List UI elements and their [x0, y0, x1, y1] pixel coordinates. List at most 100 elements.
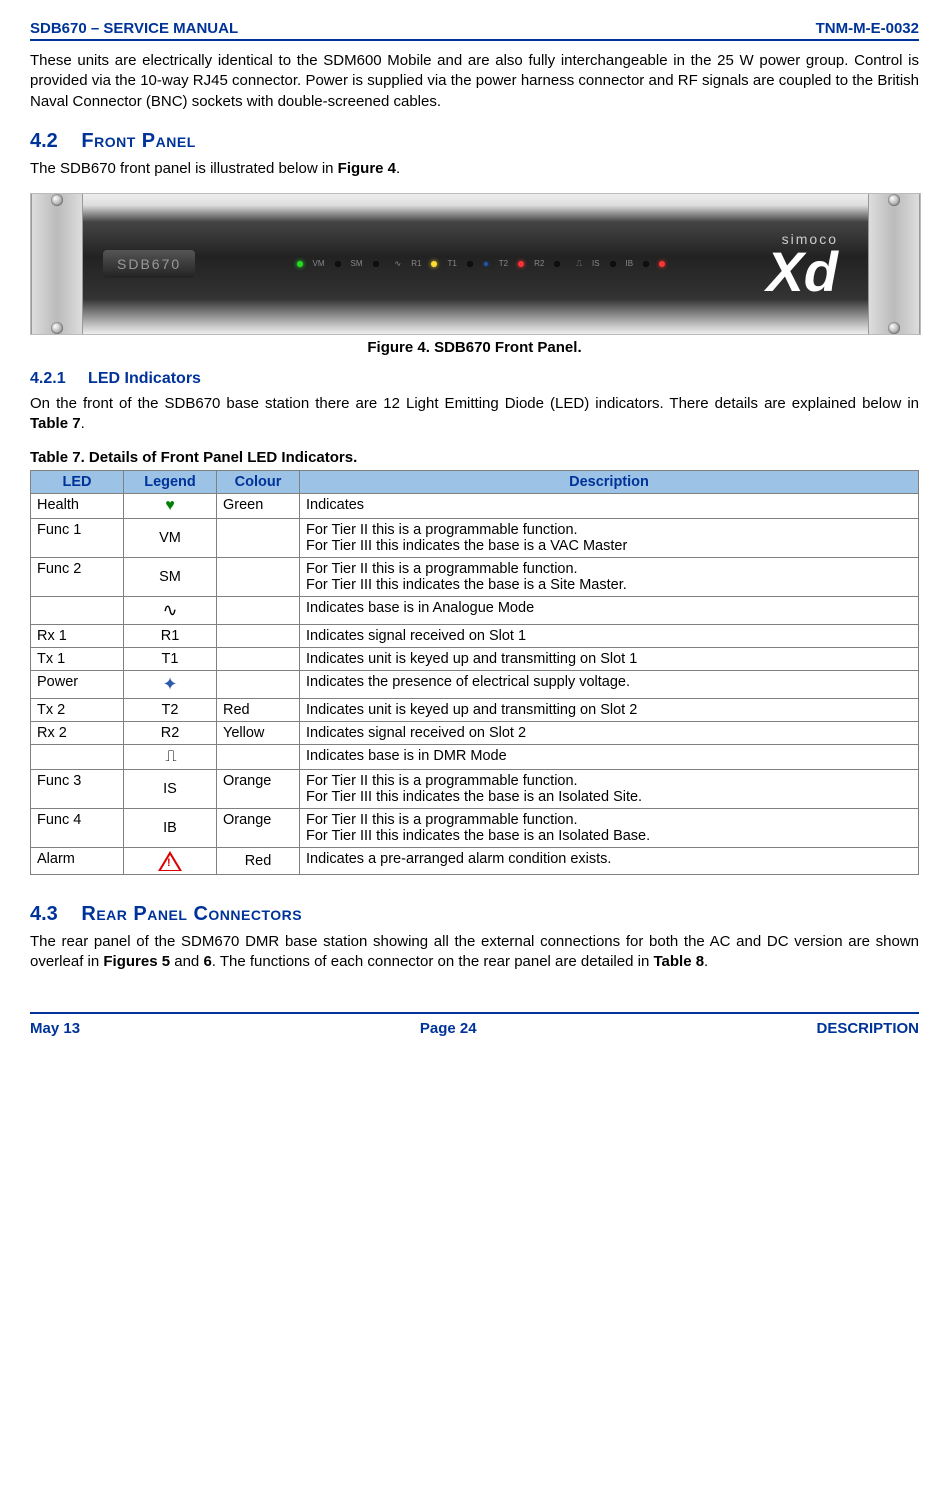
cell-legend: ✦ [124, 670, 217, 698]
power-led-icon [483, 261, 489, 267]
panel-led-strip: VM SM ∿ R1 T1 T2 R2 ⎍ IS IB [297, 259, 666, 269]
table-row: Power ✦ Indicates the presence of electric… [31, 670, 919, 698]
cell-description: Indicates unit is keyed up and transmitt… [300, 647, 919, 670]
section-number: 4.3 [30, 903, 58, 925]
brand-logo: simoco Xd [766, 231, 848, 297]
intro-paragraph: These units are electrically identical t… [30, 51, 919, 112]
header-right: TNM-M-E-0032 [816, 20, 919, 37]
screw-icon [51, 194, 63, 206]
table-header-row: LED Legend Colour Description [31, 470, 919, 493]
cell-led: Func 4 [31, 808, 124, 847]
cell-legend: T2 [124, 698, 217, 721]
cell-description: Indicates signal received on Slot 2 [300, 721, 919, 744]
table-row: Alarm!RedIndicates a pre-arranged alarm … [31, 847, 919, 874]
cell-led: Rx 2 [31, 721, 124, 744]
cell-led: Power [31, 670, 124, 698]
cell-legend: IS [124, 769, 217, 808]
section-4-2-heading: 4.2 Front Panel [30, 130, 919, 153]
cell-description: Indicates base is in Analogue Mode [300, 596, 919, 624]
table-row: Health♥GreenIndicates [31, 493, 919, 518]
screw-icon [888, 194, 900, 206]
cell-colour: Orange [217, 808, 300, 847]
footer-left: May 13 [30, 1020, 80, 1037]
cell-led: Health [31, 493, 124, 518]
th-description: Description [300, 470, 919, 493]
section-4-2-1-text: On the front of the SDB670 base station … [30, 394, 919, 435]
th-colour: Colour [217, 470, 300, 493]
cell-description: Indicates unit is keyed up and transmitt… [300, 698, 919, 721]
subsection-title: LED Indicators [88, 370, 201, 387]
page-footer: May 13 Page 24 DESCRIPTION [30, 1012, 919, 1037]
table-row: ∿ Indicates base is in Analogue Mode [31, 596, 919, 624]
cell-description: Indicates [300, 493, 919, 518]
health-led-icon [297, 261, 303, 267]
page-header: SDB670 – SERVICE MANUAL TNM-M-E-0032 [30, 20, 919, 41]
table-row: Func 3ISOrangeFor Tier II this is a prog… [31, 769, 919, 808]
section-4-3-heading: 4.3 Rear Panel Connectors [30, 903, 919, 926]
table-row: Func 1VM For Tier II this is a programmab… [31, 518, 919, 557]
power-pinwheel-icon: ✦ [162, 674, 177, 694]
cell-legend: ♥ [124, 493, 217, 518]
cell-legend: R1 [124, 624, 217, 647]
device-model-label: SDB670 [103, 250, 195, 278]
cell-led: Func 1 [31, 518, 124, 557]
cell-description: Indicates the presence of electrical sup… [300, 670, 919, 698]
table-7: LED Legend Colour Description Health♥Gre… [30, 470, 919, 875]
cell-description: Indicates a pre-arranged alarm condition… [300, 847, 919, 874]
table-row: Func 2SMFor Tier II this is a programmab… [31, 557, 919, 596]
section-4-2-1-heading: 4.2.1 LED Indicators [30, 370, 919, 388]
cell-colour: Red [217, 847, 300, 874]
screw-icon [888, 322, 900, 334]
cell-colour: Red [217, 698, 300, 721]
cell-led [31, 744, 124, 769]
front-panel-figure: SDB670 VM SM ∿ R1 T1 T2 R2 ⎍ IS IB simoc… [30, 193, 921, 335]
footer-center: Page 24 [420, 1020, 477, 1037]
cell-legend: VM [124, 518, 217, 557]
section-title: Front Panel [81, 130, 195, 152]
table-row: Tx 2T2RedIndicates unit is keyed up and … [31, 698, 919, 721]
table-row: ⎍ Indicates base is in DMR Mode [31, 744, 919, 769]
square-wave-icon: ⎍ [165, 748, 174, 765]
cell-description: Indicates signal received on Slot 1 [300, 624, 919, 647]
cell-led: Func 2 [31, 557, 124, 596]
figure-4-caption: Figure 4. SDB670 Front Panel. [30, 339, 919, 356]
cell-description: For Tier II this is a programmable funct… [300, 769, 919, 808]
cell-colour [217, 557, 300, 596]
cell-legend: ⎍ [124, 744, 217, 769]
cell-description: For Tier II this is a programmable funct… [300, 557, 919, 596]
cell-legend: IB [124, 808, 217, 847]
cell-colour [217, 647, 300, 670]
cell-colour: Orange [217, 769, 300, 808]
section-number: 4.2 [30, 130, 58, 152]
cell-description: For Tier II this is a programmable funct… [300, 518, 919, 557]
table-7-caption: Table 7. Details of Front Panel LED Indi… [30, 449, 919, 466]
section-4-2-text: The SDB670 front panel is illustrated be… [30, 159, 919, 179]
alarm-led-icon [659, 261, 665, 267]
cell-description: Indicates base is in DMR Mode [300, 744, 919, 769]
table-row: Rx 1R1 Indicates signal received on Slot … [31, 624, 919, 647]
panel-center: SDB670 VM SM ∿ R1 T1 T2 R2 ⎍ IS IB simoc… [83, 231, 868, 297]
th-led: LED [31, 470, 124, 493]
sine-wave-icon: ∿ [162, 600, 177, 620]
cell-led: Tx 2 [31, 698, 124, 721]
rack-handle-right [868, 193, 920, 335]
rack-handle-left [31, 193, 83, 335]
header-left: SDB670 – SERVICE MANUAL [30, 20, 238, 37]
cell-legend: ! [124, 847, 217, 874]
cell-colour [217, 670, 300, 698]
cell-led [31, 596, 124, 624]
cell-colour [217, 624, 300, 647]
section-4-3-text: The rear panel of the SDM670 DMR base st… [30, 932, 919, 973]
heart-icon: ♥ [165, 497, 175, 514]
cell-colour [217, 596, 300, 624]
table-row: Tx 1T1Indicates unit is keyed up and tra… [31, 647, 919, 670]
cell-colour [217, 744, 300, 769]
cell-led: Func 3 [31, 769, 124, 808]
cell-legend: ∿ [124, 596, 217, 624]
alarm-triangle-icon: ! [158, 851, 182, 871]
table-row: Func 4IBOrangeFor Tier II this is a prog… [31, 808, 919, 847]
th-legend: Legend [124, 470, 217, 493]
cell-legend: R2 [124, 721, 217, 744]
footer-right: DESCRIPTION [816, 1020, 919, 1037]
cell-led: Rx 1 [31, 624, 124, 647]
